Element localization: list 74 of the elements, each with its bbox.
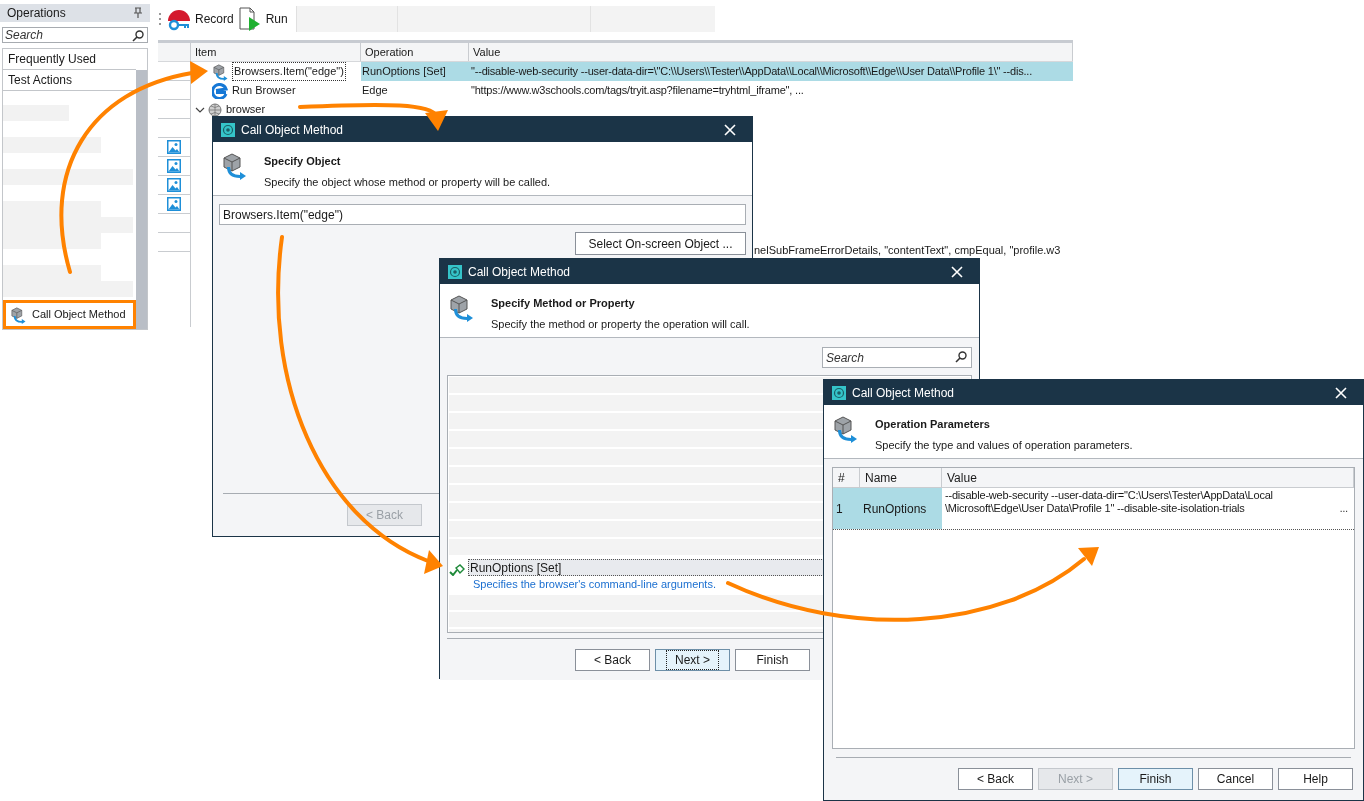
- dialog-button[interactable]: Help: [1278, 768, 1353, 790]
- search-icon: [955, 351, 967, 363]
- app-icon: [448, 264, 462, 279]
- search-field[interactable]: Search: [2, 27, 148, 43]
- close-button[interactable]: [724, 123, 736, 136]
- search-icon: [132, 30, 144, 42]
- row-header[interactable]: [158, 157, 191, 176]
- record-key-icon: [167, 7, 191, 31]
- step-description: Specify the object whose method or property will be called.: [264, 174, 551, 190]
- column-header[interactable]: Name: [860, 468, 942, 487]
- operation-cell-text: Edge: [362, 83, 388, 99]
- grid-row[interactable]: Run Browser Edge "https://www.w3schools.com/tags/tryit.asp?filename=tryhtml_iframe", ...: [158, 81, 1073, 100]
- column-header[interactable]: Value: [469, 43, 1073, 61]
- step-title: Specify Object: [264, 154, 342, 169]
- item-cell-text: Run Browser: [231, 83, 297, 99]
- close-icon: [724, 123, 736, 136]
- window-title: Call Object Method: [241, 121, 345, 139]
- method-icon: [449, 564, 465, 576]
- image-icon: [167, 159, 181, 173]
- image-icon: [167, 197, 181, 211]
- select-object-button[interactable]: Select On-screen Object ...: [575, 232, 746, 255]
- app-icon: [221, 122, 235, 137]
- operation-cell-text: RunOptions [Set]: [362, 64, 446, 80]
- row-header[interactable]: [158, 195, 191, 214]
- column-header[interactable]: Value: [942, 468, 1354, 487]
- dialog-button[interactable]: Finish: [1118, 768, 1193, 790]
- toolbar-grip-icon: [158, 12, 162, 26]
- toolbar-button[interactable]: Run: [235, 6, 290, 32]
- step-description: Specify the method or property the operation will call.: [491, 316, 750, 332]
- value-cell-text: nelSubFrameErrorDetails, "contentText", cmpEqual, "profile.w3: [754, 243, 1061, 258]
- value-editor[interactable]: --disable-web-security --user-data-dir="C:\Users\Tester\AppData\Local \Microsoft\Edge\User Data\Profile 1" --disable-site-isolation-trials: [945, 489, 1338, 515]
- item-cell: Browsers.Item("edge"): [233, 63, 345, 80]
- row-header[interactable]: [158, 176, 191, 195]
- dialog-button[interactable]: Next >: [655, 649, 730, 671]
- placeholder-bar: [3, 105, 69, 121]
- dialog-button[interactable]: < Back: [958, 768, 1033, 790]
- dialog-button[interactable]: Cancel: [1198, 768, 1273, 790]
- step-title: Operation Parameters: [875, 417, 991, 432]
- globe-icon: [208, 102, 222, 117]
- image-icon: [167, 140, 181, 154]
- step-description: Specify the type and values of operation parameters.: [875, 437, 1133, 453]
- close-button[interactable]: [951, 265, 963, 278]
- app-icon: [832, 385, 846, 400]
- pin-icon: [133, 7, 143, 19]
- panel-title: Operations: [7, 5, 66, 22]
- step-title: Specify Method or Property: [491, 296, 636, 311]
- ellipsis-button[interactable]: ...: [1339, 501, 1348, 516]
- search-field[interactable]: Search: [822, 347, 972, 368]
- operation-item[interactable]: Call Object Method: [3, 300, 136, 329]
- column-header[interactable]: Item: [191, 43, 361, 61]
- cube-arrow-icon: [212, 62, 230, 81]
- value-cell-text: "--disable-web-security --user-data-dir=\"C:\\Users\\Tester\\AppData\\Local\\Microsoft\\Edge\\User Data\\Profile 1\" --dis...: [471, 64, 1033, 80]
- dialog-button[interactable]: Finish: [735, 649, 810, 671]
- column-header[interactable]: Operation: [361, 43, 469, 61]
- close-icon: [1335, 386, 1347, 399]
- dialog-button[interactable]: < Back: [575, 649, 650, 671]
- name-cell-text: RunOptions: [863, 500, 927, 518]
- toolbar-button[interactable]: Record: [165, 6, 236, 32]
- object-field[interactable]: Browsers.Item("edge"): [219, 204, 746, 225]
- window-title: Call Object Method: [852, 384, 956, 402]
- value-cell-text: "https://www.w3schools.com/tags/tryit.asp?filename=tryhtml_iframe", ...: [471, 83, 804, 99]
- close-icon: [951, 265, 963, 278]
- e-icon: [212, 82, 228, 99]
- category-header[interactable]: Frequently Used: [3, 49, 136, 70]
- column-header[interactable]: #: [833, 468, 860, 487]
- grid-row[interactable]: browser: [158, 100, 1073, 119]
- run-page-icon: [237, 7, 262, 31]
- number-cell-text: 1: [836, 500, 843, 518]
- item-cell-text: browser: [225, 102, 267, 118]
- image-icon: [167, 178, 181, 192]
- window-title: Call Object Method: [468, 263, 572, 281]
- row-header[interactable]: [158, 138, 191, 157]
- cube-arrow-icon: [10, 305, 28, 324]
- close-button[interactable]: [1335, 386, 1347, 399]
